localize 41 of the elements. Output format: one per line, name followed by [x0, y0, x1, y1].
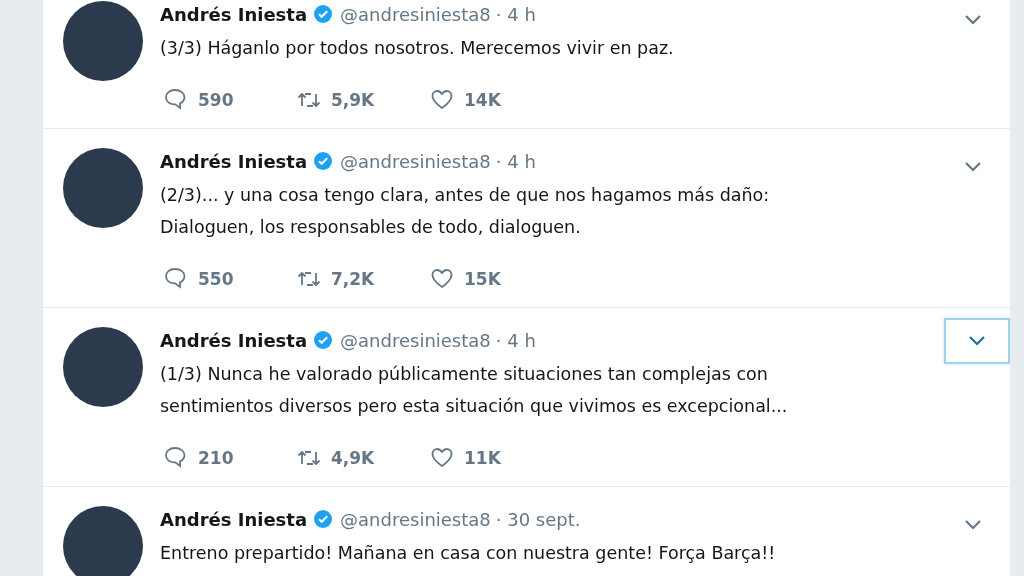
caret-icon	[968, 335, 986, 347]
verified-badge-icon[interactable]	[313, 509, 334, 529]
verified-badge-icon[interactable]	[313, 151, 334, 171]
verified-badge-icon[interactable]	[313, 4, 334, 24]
retweet-button[interactable]: 5,9K	[293, 86, 426, 114]
reply-button[interactable]: 550	[160, 265, 293, 293]
author-handle[interactable]: @andresiniesta8	[340, 3, 491, 25]
like-button[interactable]: 11K	[426, 444, 559, 472]
heart-icon	[430, 267, 454, 291]
author-name[interactable]: Andrés Iniesta	[160, 150, 308, 172]
tweet-time[interactable]: · 30 sept.	[495, 508, 581, 530]
like-button[interactable]: 14K	[426, 86, 559, 114]
heart-icon	[430, 88, 454, 112]
author-name[interactable]: Andrés Iniesta	[160, 508, 308, 530]
reply-icon	[164, 446, 188, 470]
tweet-text: (3/3) Háganlo por todos nosotros. Merecemos vivir en paz.	[160, 37, 674, 60]
retweet-button[interactable]: 4,9K	[293, 444, 426, 472]
author-name[interactable]: Andrés Iniesta	[160, 329, 308, 351]
verified-badge-icon[interactable]	[313, 330, 334, 350]
reply-icon	[164, 267, 188, 291]
tweet-time[interactable]: · 4 h	[495, 329, 536, 351]
caret-icon	[964, 161, 982, 173]
author-handle[interactable]: @andresiniesta8	[340, 508, 491, 530]
tweet-text: sentimientos diversos pero esta situación que vivimos es excepcional...	[160, 395, 788, 418]
tweet-text: Dialoguen, los responsables de todo, dialoguen.	[160, 216, 581, 239]
tweet-text: Entreno prepartido! Mañana en casa con nuestra gente! Força Barça!!	[160, 542, 776, 565]
tweet-time[interactable]: · 4 h	[495, 3, 536, 25]
tweet-time[interactable]: · 4 h	[495, 150, 536, 172]
reply-button[interactable]: 210	[160, 444, 293, 472]
caret-icon	[964, 14, 982, 26]
heart-icon	[430, 446, 454, 470]
like-button[interactable]: 15K	[426, 265, 559, 293]
author-handle[interactable]: @andresiniesta8	[340, 329, 491, 351]
reply-button[interactable]: 590	[160, 86, 293, 114]
reply-icon	[164, 88, 188, 112]
tweet-text: (2/3)... y una cosa tengo clara, antes de que nos hagamos más daño:	[160, 184, 770, 207]
tweet-text: (1/3) Nunca he valorado públicamente situaciones tan complejas con	[160, 363, 768, 386]
caret-icon	[964, 519, 982, 531]
author-name[interactable]: Andrés Iniesta	[160, 3, 308, 25]
retweet-button[interactable]: 7,2K	[293, 265, 426, 293]
author-handle[interactable]: @andresiniesta8	[340, 150, 491, 172]
